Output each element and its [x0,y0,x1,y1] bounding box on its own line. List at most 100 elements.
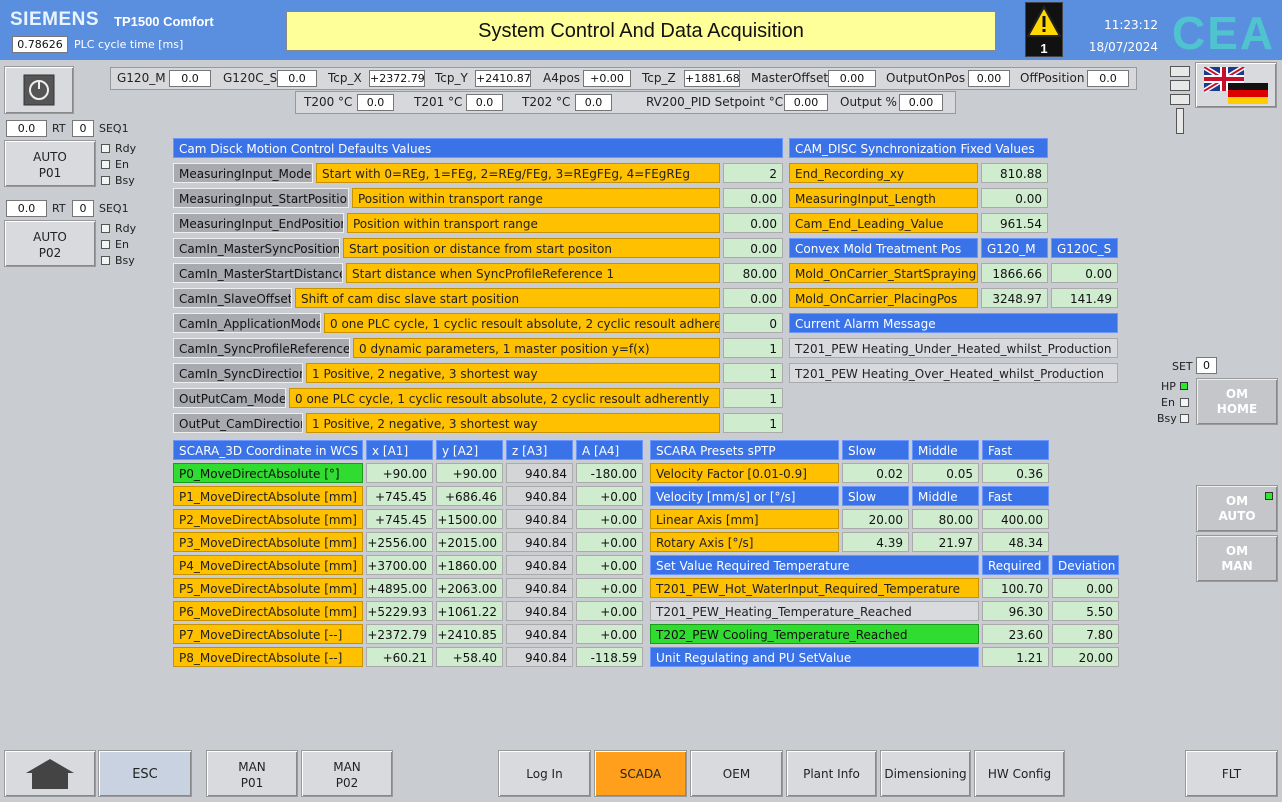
scara-coord-y[interactable]: +1061.22 [436,601,503,621]
preset-value[interactable]: 400.00 [982,509,1049,529]
scara-point-name[interactable]: P5_MoveDirectAbsolute [mm] [173,578,363,598]
preset-value[interactable]: 4.39 [842,532,909,552]
flt-button[interactable]: FLT [1185,750,1278,797]
scara-coord-a[interactable]: +0.00 [576,486,643,506]
scara-coord-z[interactable]: 940.84 [506,578,573,598]
preset-value[interactable]: 20.00 [842,509,909,529]
scara-coord-z[interactable]: 940.84 [506,555,573,575]
cam-param-value[interactable]: 0.00 [723,213,783,233]
preset-value[interactable]: 21.97 [912,532,979,552]
auto-p01-button[interactable]: AUTO P01 [4,140,96,187]
alarm-indicator[interactable]: 1 [1025,2,1063,57]
cam-param-value[interactable]: 1 [723,363,783,383]
temp-deviation[interactable]: 5.50 [1052,601,1119,621]
scara-point-name[interactable]: P2_MoveDirectAbsolute [mm] [173,509,363,529]
home-button[interactable] [4,750,96,797]
scara-coord-x[interactable]: +2556.00 [366,532,433,552]
power-button[interactable] [4,66,74,114]
sync-value[interactable]: 0.00 [981,188,1048,208]
scara-coord-z[interactable]: 940.84 [506,647,573,667]
cam-param-value[interactable]: 0.00 [723,288,783,308]
scara-coord-x[interactable]: +90.00 [366,463,433,483]
scara-coord-a[interactable]: +0.00 [576,578,643,598]
scara-coord-a[interactable]: -118.59 [576,647,643,667]
mold-value-m[interactable]: 3248.97 [981,288,1048,308]
mold-value-m[interactable]: 1866.66 [981,263,1048,283]
om-home-button[interactable]: OM HOME [1196,378,1278,425]
scara-coord-a[interactable]: +0.00 [576,601,643,621]
scara-coord-z[interactable]: 940.84 [506,463,573,483]
scara-coord-z[interactable]: 940.84 [506,509,573,529]
scara-coord-y[interactable]: +2410.85 [436,624,503,644]
scara-coord-y[interactable]: +2063.00 [436,578,503,598]
temp-required[interactable]: 100.70 [982,578,1049,598]
scara-coord-x[interactable]: +2372.79 [366,624,433,644]
preset-value[interactable]: 80.00 [912,509,979,529]
scara-coord-y[interactable]: +1500.00 [436,509,503,529]
plant-info-button[interactable]: Plant Info [786,750,877,797]
om-auto-button[interactable]: OM AUTO [1196,485,1278,532]
preset-value[interactable]: 0.05 [912,463,979,483]
alarm-message[interactable]: T201_PEW Heating_Under_Heated_whilst_Pro… [789,338,1118,358]
man-p01-button[interactable]: MAN P01 [206,750,298,797]
scara-coord-a[interactable]: -180.00 [576,463,643,483]
om-man-button[interactable]: OM MAN [1196,535,1278,582]
scara-point-name[interactable]: P1_MoveDirectAbsolute [mm] [173,486,363,506]
scara-point-name[interactable]: P6_MoveDirectAbsolute [mm] [173,601,363,621]
cam-param-value[interactable]: 0.00 [723,188,783,208]
scara-coord-z[interactable]: 940.84 [506,624,573,644]
scara-coord-z[interactable]: 940.84 [506,486,573,506]
scara-coord-x[interactable]: +60.21 [366,647,433,667]
preset-value[interactable]: 48.34 [982,532,1049,552]
scara-coord-z[interactable]: 940.84 [506,532,573,552]
temp-required[interactable]: 1.21 [982,647,1049,667]
alarm-message[interactable]: T201_PEW Heating_Over_Heated_whilst_Prod… [789,363,1118,383]
dimensioning-button[interactable]: Dimensioning [880,750,971,797]
scara-coord-a[interactable]: +0.00 [576,555,643,575]
scara-coord-a[interactable]: +0.00 [576,532,643,552]
scara-coord-x[interactable]: +745.45 [366,509,433,529]
scara-coord-x[interactable]: +3700.00 [366,555,433,575]
sync-value[interactable]: 810.88 [981,163,1048,183]
scara-coord-z[interactable]: 940.84 [506,601,573,621]
scara-point-name[interactable]: P0_MoveDirectAbsolute [°] [173,463,363,483]
scara-point-name[interactable]: P3_MoveDirectAbsolute [mm] [173,532,363,552]
scara-coord-x[interactable]: +745.45 [366,486,433,506]
scara-coord-y[interactable]: +90.00 [436,463,503,483]
scara-coord-a[interactable]: +0.00 [576,509,643,529]
cam-param-value[interactable]: 1 [723,388,783,408]
man-p02-button[interactable]: MAN P02 [301,750,393,797]
scara-coord-y[interactable]: +58.40 [436,647,503,667]
preset-value[interactable]: 0.02 [842,463,909,483]
temp-deviation[interactable]: 20.00 [1052,647,1119,667]
esc-button[interactable]: ESC [98,750,192,797]
temp-deviation[interactable]: 7.80 [1052,624,1119,644]
scara-coord-y[interactable]: +1860.00 [436,555,503,575]
mold-value-s[interactable]: 0.00 [1051,263,1118,283]
scara-coord-x[interactable]: +5229.93 [366,601,433,621]
cam-param-value[interactable]: 2 [723,163,783,183]
oem-button[interactable]: OEM [690,750,783,797]
scada-button[interactable]: SCADA [594,750,687,797]
preset-value[interactable]: 0.36 [982,463,1049,483]
cam-param-value[interactable]: 80.00 [723,263,783,283]
cam-param-value[interactable]: 1 [723,413,783,433]
scara-coord-a[interactable]: +0.00 [576,624,643,644]
auto-p02-button[interactable]: AUTO P02 [4,220,96,267]
scara-point-name[interactable]: P4_MoveDirectAbsolute [mm] [173,555,363,575]
scara-coord-x[interactable]: +4895.00 [366,578,433,598]
temp-deviation[interactable]: 0.00 [1052,578,1119,598]
layout-selector[interactable] [1170,66,1190,138]
sync-value[interactable]: 961.54 [981,213,1048,233]
language-button[interactable] [1195,62,1277,108]
scara-point-name[interactable]: P8_MoveDirectAbsolute [--] [173,647,363,667]
cam-param-value[interactable]: 0.00 [723,238,783,258]
temp-required[interactable]: 96.30 [982,601,1049,621]
scara-point-name[interactable]: P7_MoveDirectAbsolute [--] [173,624,363,644]
temp-required[interactable]: 23.60 [982,624,1049,644]
scara-coord-y[interactable]: +2015.00 [436,532,503,552]
mold-value-s[interactable]: 141.49 [1051,288,1118,308]
scara-coord-y[interactable]: +686.46 [436,486,503,506]
cam-param-value[interactable]: 1 [723,338,783,358]
cam-param-value[interactable]: 0 [723,313,783,333]
